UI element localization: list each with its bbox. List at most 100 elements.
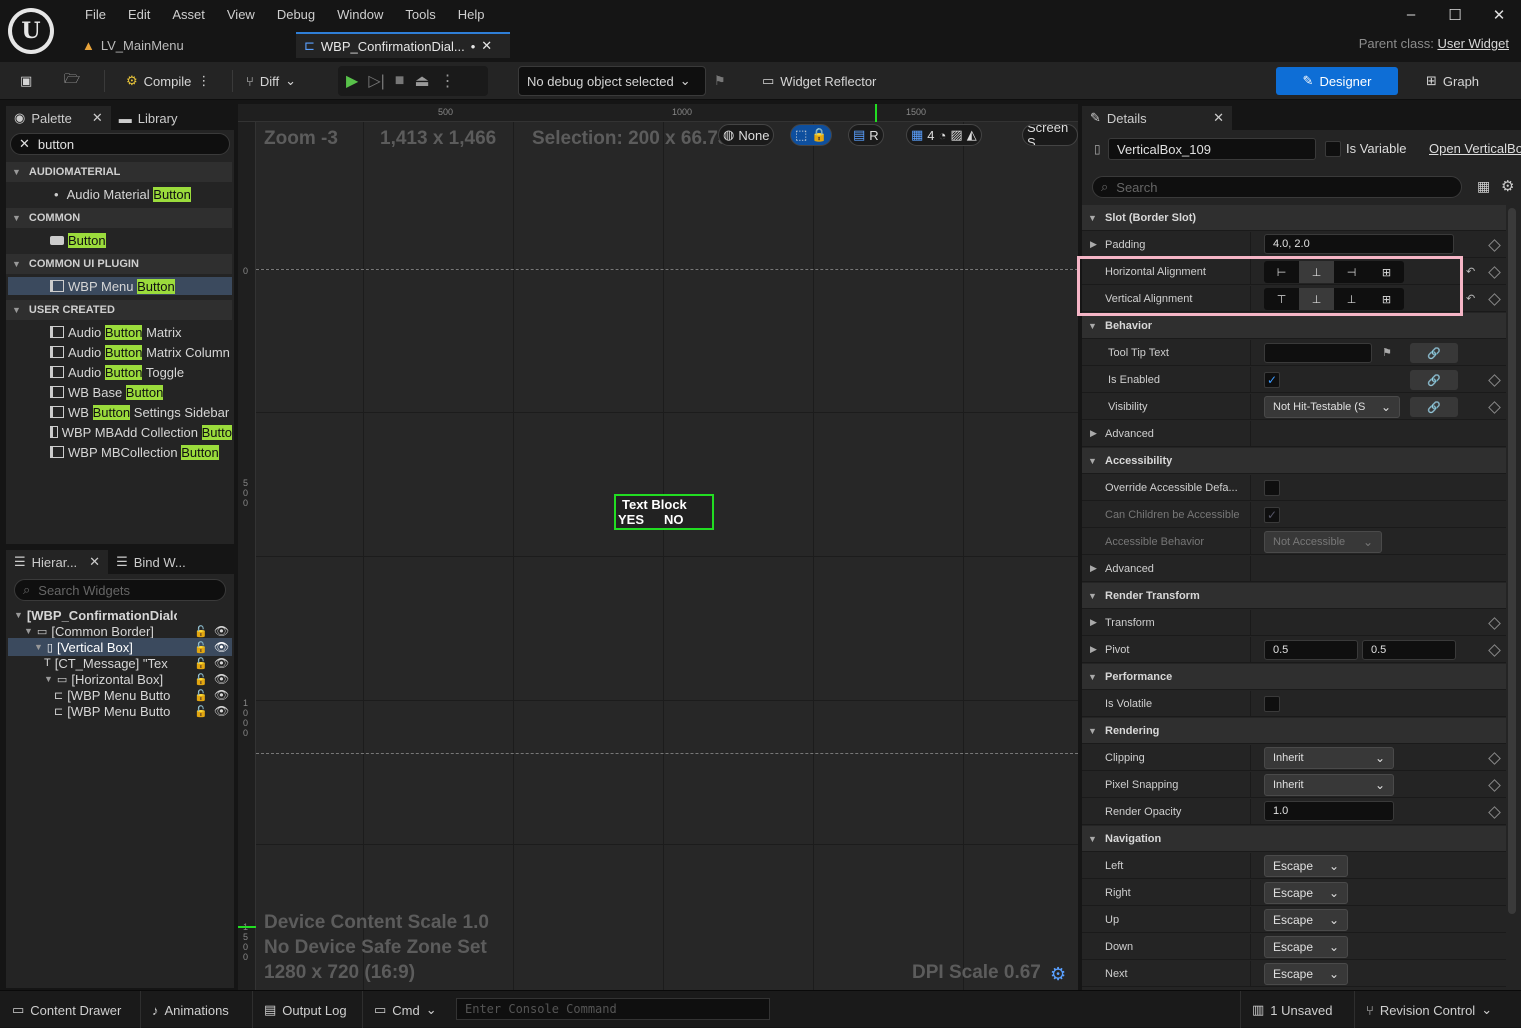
collapse-arrow-icon[interactable]: ▼ [12,259,21,269]
details-section-header[interactable]: ▼ Accessibility [1082,448,1506,474]
close-icon[interactable]: ✕ [1213,110,1224,126]
output-log-button[interactable]: ▤ Output Log [264,997,347,1023]
keyframe-icon[interactable] [1488,779,1501,792]
menu-file[interactable]: File [74,7,117,22]
property-input[interactable]: 1.0 [1264,801,1394,821]
palette-category[interactable]: ▼ USER CREATED [6,300,232,320]
palette-item[interactable]: Button [8,231,232,249]
widget-name-input[interactable]: VerticalBox_109 [1108,138,1316,160]
tab-details[interactable]: ✎ Details ✕ [1082,106,1232,130]
tab-palette[interactable]: ◉ Palette ✕ [6,106,111,130]
bind-button[interactable]: 🔗 [1410,370,1458,390]
lock-icon[interactable]: 🔓 [194,641,208,654]
details-section-header[interactable]: ▼ Behavior [1082,313,1506,339]
keyframe-icon[interactable] [1488,617,1501,630]
step-icon[interactable]: ▷| [368,71,384,91]
property-dropdown[interactable]: Not Hit-Testable (S ⌄ [1264,396,1400,418]
keyframe-icon[interactable] [1488,644,1501,657]
close-icon[interactable]: ✕ [1477,6,1521,24]
expand-arrow-icon[interactable]: ▶ [1090,239,1097,250]
menu-asset[interactable]: Asset [161,7,216,22]
localization-toggle[interactable]: ◍ None [718,124,775,146]
tab-wbp-confirmation[interactable]: ⊏ WBP_ConfirmationDial... • ✕ [296,32,510,58]
menu-view[interactable]: View [216,7,266,22]
details-section-header[interactable]: ▼ Performance [1082,664,1506,690]
palette-item[interactable]: WBP MBCollection Button [8,443,232,461]
compile-button[interactable]: ⚙ Compile ⋮ [126,67,210,95]
clear-search-icon[interactable]: ✕ [19,136,30,152]
console-input[interactable]: Enter Console Command [456,998,770,1020]
expand-arrow-icon[interactable]: ▶ [1090,428,1097,439]
menu-help[interactable]: Help [447,7,496,22]
parent-class-link[interactable]: User Widget [1437,36,1509,51]
reset-icon[interactable]: ↶ [1466,292,1475,305]
tab-hierarchy[interactable]: ☰ Hierar... ✕ [6,550,109,574]
eye-icon[interactable]: 👁 [214,704,229,718]
palette-category[interactable]: ▼ AUDIOMATERIAL [6,162,232,182]
palette-item[interactable]: Audio Button Matrix Column [8,343,232,361]
cmd-select[interactable]: ▭ Cmd ⌄ [374,997,437,1023]
debug-filter-icon[interactable]: ⚑ [714,67,726,95]
expand-arrow-icon[interactable]: ▼ [44,674,53,684]
selection-lock-toggle[interactable]: ⬚ 🔒 [790,124,833,146]
property-dropdown[interactable]: Inherit ⌄ [1264,774,1394,796]
flag-icon[interactable]: ⚑ [1382,346,1392,359]
expand-arrow-icon[interactable]: ▶ [1090,644,1097,655]
property-checkbox[interactable] [1264,480,1280,496]
collapse-arrow-icon[interactable]: ▼ [1088,213,1097,223]
lock-icon[interactable]: 🔓 [194,625,208,638]
is-variable-checkbox[interactable] [1325,141,1341,157]
keyframe-icon[interactable] [1488,293,1501,306]
maximize-icon[interactable]: ☐ [1433,6,1477,24]
navigation-dropdown[interactable]: Escape ⌄ [1264,936,1348,958]
dpi-settings-icon[interactable]: ⚙ [1050,964,1066,985]
revision-control-button[interactable]: ⑂ Revision Control ⌄ [1366,997,1492,1023]
collapse-arrow-icon[interactable]: ▼ [1088,456,1097,466]
details-section-header[interactable]: ▼ Navigation [1082,826,1506,852]
animations-button[interactable]: ♪ Animations [152,997,229,1023]
collapse-arrow-icon[interactable]: ▼ [1088,672,1097,682]
expand-arrow-icon[interactable]: ▼ [34,642,43,652]
collapse-arrow-icon[interactable]: ▼ [12,167,21,177]
lock-icon[interactable]: 🔓 [194,689,208,702]
collapse-arrow-icon[interactable]: ▼ [1088,591,1097,601]
collapse-arrow-icon[interactable]: ▼ [1088,726,1097,736]
palette-item[interactable]: WB Button Settings Sidebar [8,403,232,421]
close-icon[interactable]: ✕ [89,554,100,570]
content-drawer-button[interactable]: ▭ Content Drawer [12,997,121,1023]
keyframe-icon[interactable] [1488,401,1501,414]
collapse-arrow-icon[interactable]: ▼ [12,213,21,223]
navigation-dropdown[interactable]: Escape ⌄ [1264,963,1348,985]
open-verticalbox-link[interactable]: Open VerticalBo [1429,141,1521,156]
details-search-input[interactable]: ⌕ Search [1092,176,1462,198]
property-dropdown[interactable]: Not Accessible ⌄ [1264,531,1382,553]
expand-arrow-icon[interactable]: ▶ [1090,617,1097,628]
details-scrollbar[interactable] [1508,208,1516,914]
bind-button[interactable]: 🔗 [1410,397,1458,417]
debug-object-select[interactable]: No debug object selected ⌄ [518,66,706,96]
selected-vertical-box[interactable]: Text Block YES NO [614,494,714,530]
menu-window[interactable]: Window [326,7,394,22]
property-checkbox[interactable]: ✓ [1264,372,1280,388]
screen-size-select[interactable]: Screen S [1022,124,1078,146]
property-input[interactable]: 4.0, 2.0 [1264,234,1454,254]
settings-gear-icon[interactable]: ⚙ [1501,177,1514,195]
designer-canvas[interactable]: 500 1000 1500 0 5 0 0 1 0 0 0 1 5 0 0 Zo… [238,104,1078,990]
eye-icon[interactable]: 👁 [214,656,229,670]
tab-bind-widgets[interactable]: ☰ Bind W... [108,550,194,574]
palette-search-input[interactable]: ✕ button [10,133,230,155]
eye-icon[interactable]: 👁 [214,640,229,654]
details-section-header[interactable]: ▼ Rendering [1082,718,1506,744]
collapse-arrow-icon[interactable]: ▼ [1088,834,1097,844]
eye-icon[interactable]: 👁 [214,672,229,686]
play-icon[interactable]: ▶ [346,71,358,91]
lock-icon[interactable]: 🔓 [194,673,208,686]
menu-tools[interactable]: Tools [394,7,446,22]
palette-item[interactable]: Audio Button Toggle [8,363,232,381]
tab-lv-mainmenu[interactable]: ▲ LV_MainMenu [74,32,192,58]
unsaved-button[interactable]: ▥ 1 Unsaved [1252,997,1332,1023]
palette-item[interactable]: Audio Button Matrix [8,323,232,341]
browse-icon[interactable]: 🗁 [64,67,80,95]
save-icon[interactable]: ▣ [20,67,32,95]
bind-button[interactable]: 🔗 [1410,343,1458,363]
